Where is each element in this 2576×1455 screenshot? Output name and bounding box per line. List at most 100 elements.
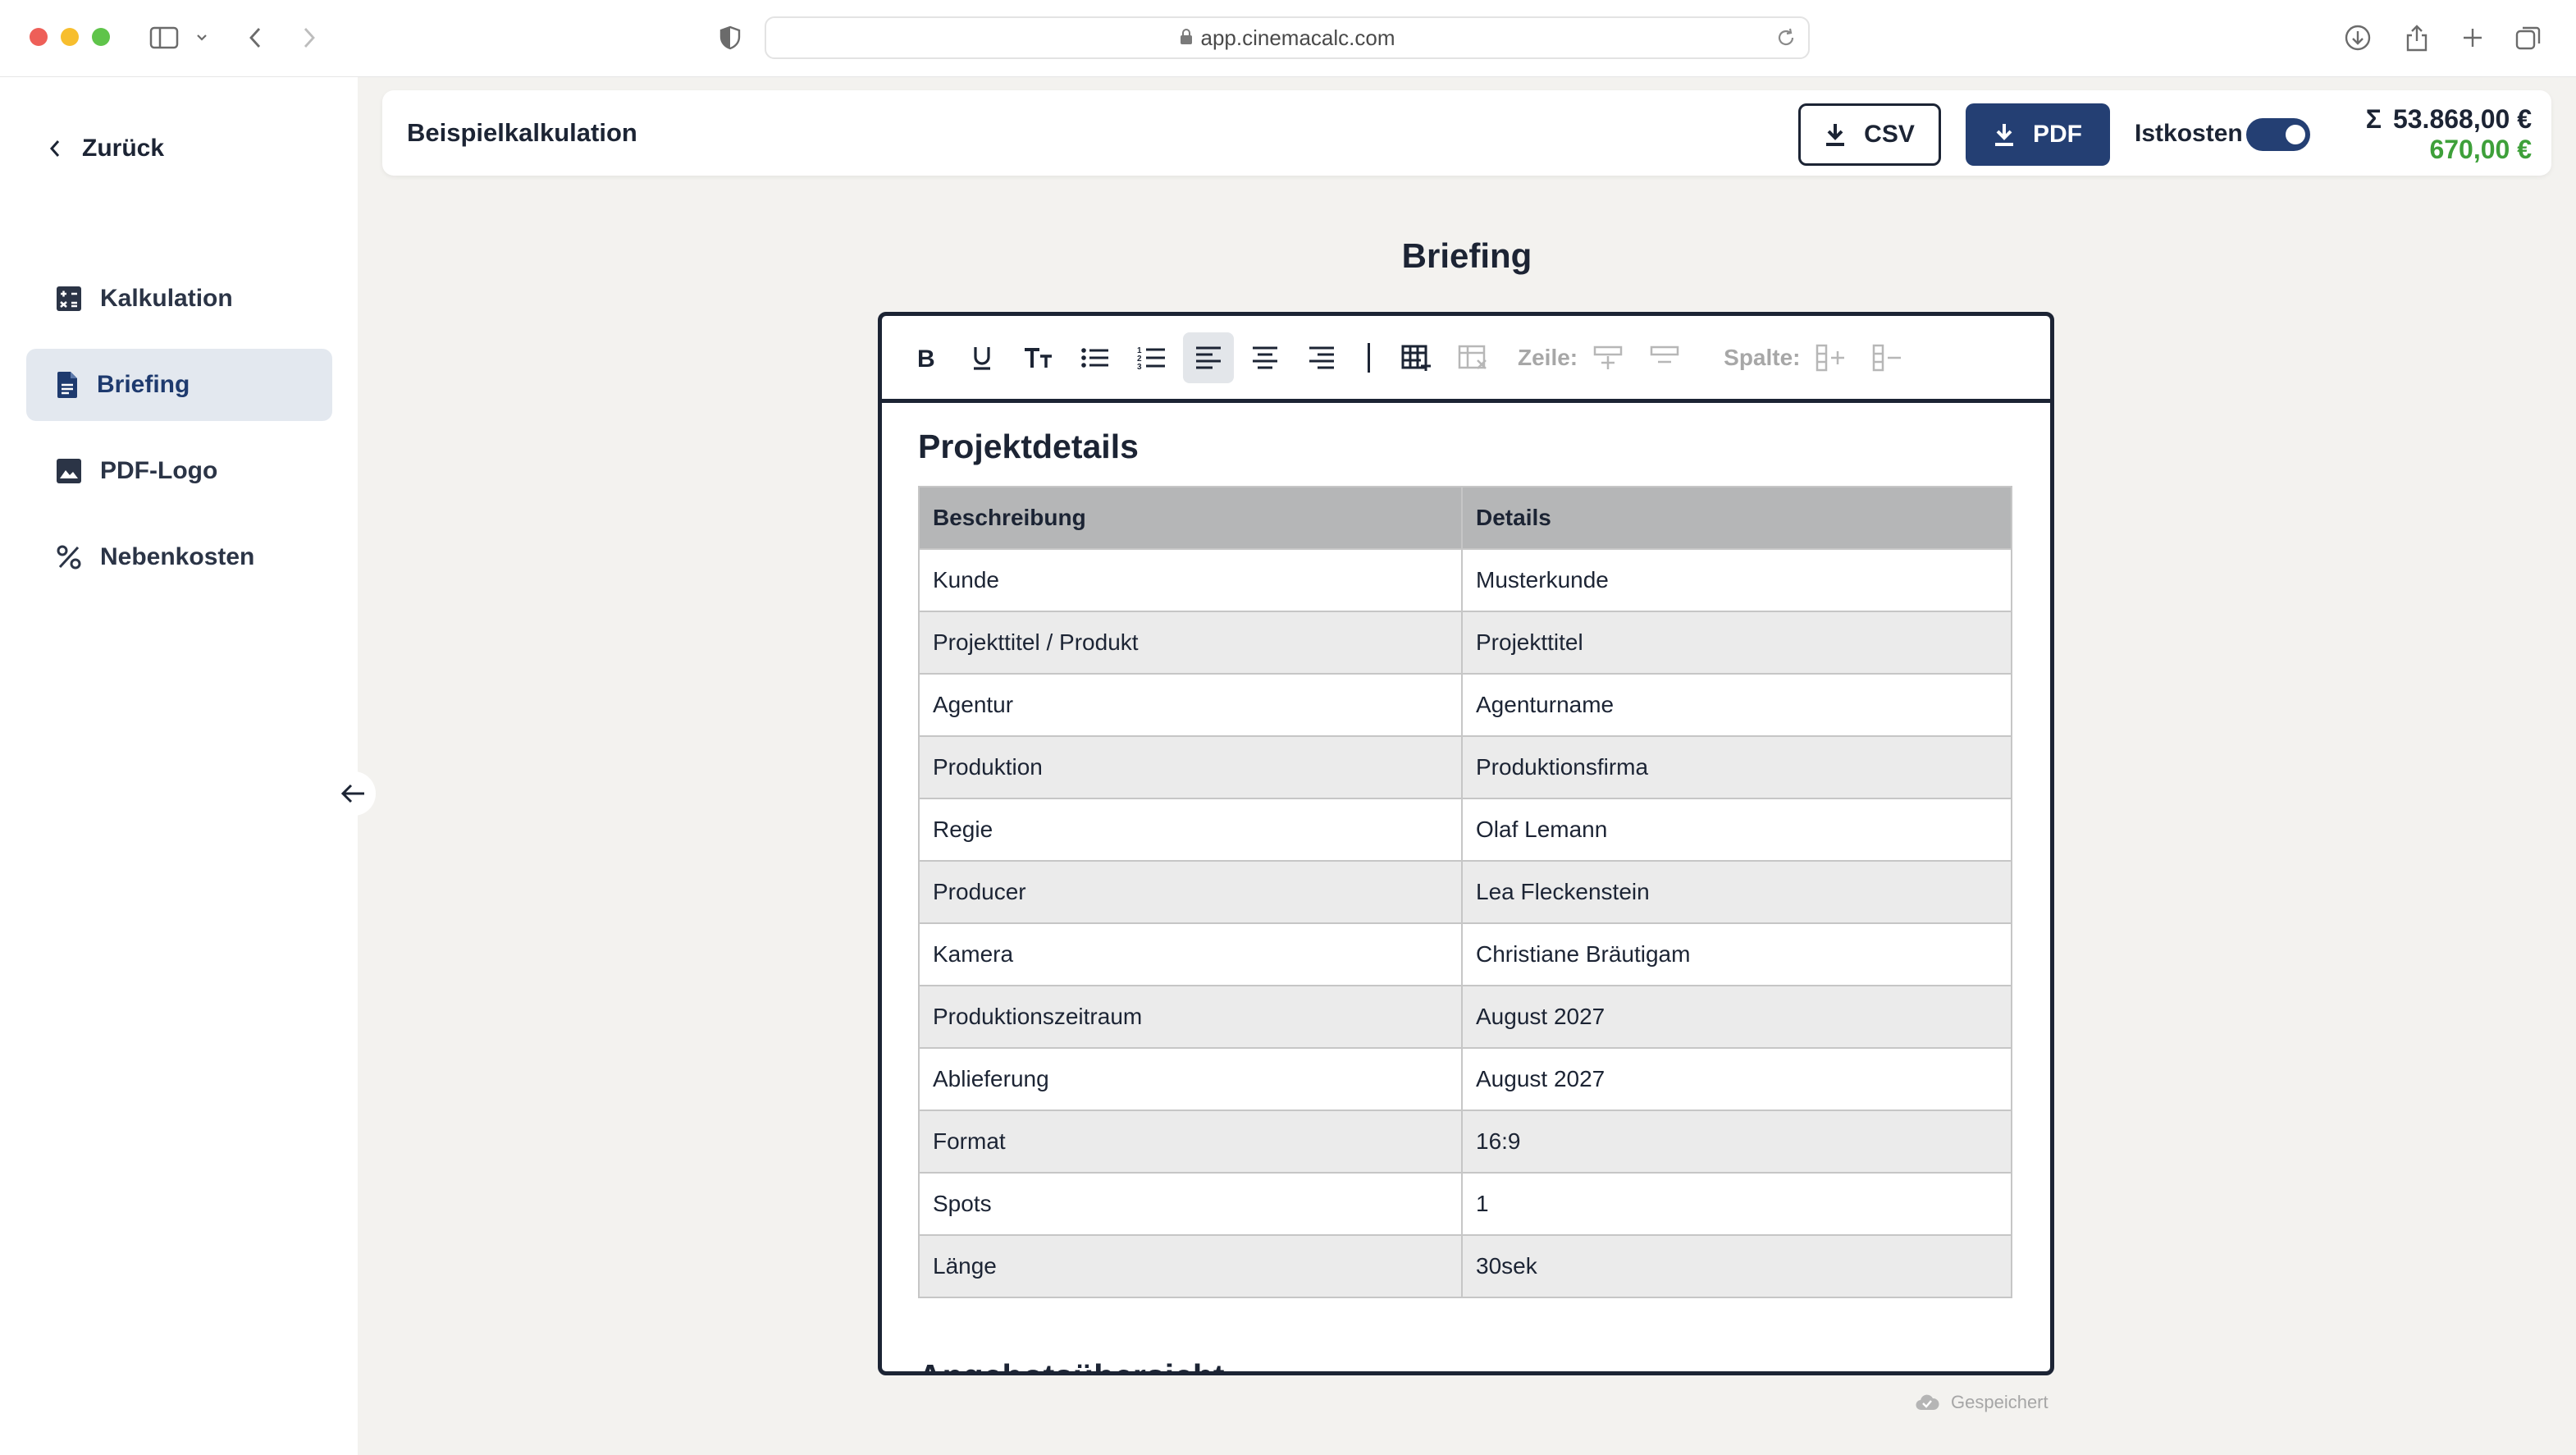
description-cell[interactable]: Projekttitel / Produkt bbox=[918, 611, 1463, 675]
text-size-icon bbox=[1025, 347, 1052, 368]
remove-column-button[interactable] bbox=[1862, 332, 1913, 383]
collapse-sidebar-button[interactable] bbox=[331, 771, 376, 816]
svg-text:B: B bbox=[917, 345, 935, 370]
details-cell[interactable]: Agenturname bbox=[1461, 673, 2012, 737]
align-right-button[interactable] bbox=[1296, 332, 1347, 383]
details-cell[interactable]: August 2027 bbox=[1461, 1047, 2012, 1111]
delete-table-button[interactable] bbox=[1448, 332, 1499, 383]
sidebar-item-label: Briefing bbox=[97, 371, 190, 398]
save-status: Gespeichert bbox=[1915, 1392, 2048, 1413]
forward-nav-icon[interactable] bbox=[297, 21, 322, 54]
export-pdf-button[interactable]: PDF bbox=[1966, 103, 2110, 166]
insert-table-icon bbox=[1401, 345, 1431, 371]
rich-text-editor[interactable]: B 123 Zeile: Spalte: Projektdetails Besc… bbox=[878, 312, 2054, 1375]
table-row: Kunde Musterkunde bbox=[918, 548, 2012, 612]
sidebar-item-briefing[interactable]: Briefing bbox=[26, 349, 332, 421]
details-cell[interactable]: Projekttitel bbox=[1461, 611, 2012, 675]
description-cell[interactable]: Länge bbox=[918, 1234, 1463, 1298]
toggle-knob bbox=[2286, 125, 2305, 144]
bold-button[interactable]: B bbox=[900, 332, 951, 383]
ordered-list-button[interactable]: 123 bbox=[1126, 332, 1177, 383]
back-link[interactable]: Zurück bbox=[49, 135, 164, 162]
bullet-list-button[interactable] bbox=[1070, 332, 1121, 383]
underline-button[interactable] bbox=[957, 332, 1007, 383]
description-cell[interactable]: Kunde bbox=[918, 548, 1463, 612]
description-cell[interactable]: Agentur bbox=[918, 673, 1463, 737]
calculator-icon bbox=[57, 286, 81, 311]
description-cell[interactable]: Producer bbox=[918, 860, 1463, 924]
total-value: 53.868,00 € bbox=[2392, 104, 2532, 134]
details-cell[interactable]: 1 bbox=[1461, 1172, 2012, 1236]
privacy-shield-icon[interactable] bbox=[715, 21, 745, 54]
chevron-down-icon[interactable] bbox=[194, 21, 210, 54]
table-row: Produktionszeitraum August 2027 bbox=[918, 985, 2012, 1049]
browser-toolbar: app.cinemacalc.com bbox=[0, 0, 2576, 77]
sidebar-item-pdf-logo[interactable]: PDF-Logo bbox=[26, 435, 332, 507]
close-window-button[interactable] bbox=[30, 28, 48, 46]
details-cell[interactable]: 30sek bbox=[1461, 1234, 2012, 1298]
share-icon[interactable] bbox=[2400, 21, 2433, 54]
text-size-button[interactable] bbox=[1013, 332, 1064, 383]
column-header[interactable]: Details bbox=[1461, 486, 2012, 550]
description-cell[interactable]: Spots bbox=[918, 1172, 1463, 1236]
table-row: Producer Lea Fleckenstein bbox=[918, 860, 2012, 924]
maximize-window-button[interactable] bbox=[92, 28, 110, 46]
details-cell[interactable]: August 2027 bbox=[1461, 985, 2012, 1049]
percent-icon bbox=[57, 545, 81, 570]
details-cell[interactable]: 16:9 bbox=[1461, 1110, 2012, 1174]
description-cell[interactable]: Produktion bbox=[918, 735, 1463, 799]
export-csv-button[interactable]: CSV bbox=[1798, 103, 1941, 166]
editor-toolbar: B 123 Zeile: Spalte: bbox=[882, 316, 2050, 403]
download-icon[interactable] bbox=[2341, 21, 2374, 54]
table-row: Kamera Christiane Bräutigam bbox=[918, 922, 2012, 986]
table-row: Länge 30sek bbox=[918, 1234, 2012, 1298]
description-cell[interactable]: Kamera bbox=[918, 922, 1463, 986]
details-cell[interactable]: Christiane Bräutigam bbox=[1461, 922, 2012, 986]
details-cell[interactable]: Olaf Lemann bbox=[1461, 798, 2012, 862]
align-left-button[interactable] bbox=[1183, 332, 1234, 383]
sidebar-item-nebenkosten[interactable]: Nebenkosten bbox=[26, 521, 332, 593]
align-center-button[interactable] bbox=[1240, 332, 1290, 383]
align-left-icon bbox=[1196, 346, 1221, 368]
editor-content[interactable]: Projektdetails Beschreibung Details Kund… bbox=[918, 428, 2014, 1298]
address-bar[interactable]: app.cinemacalc.com bbox=[765, 16, 1810, 59]
reload-icon[interactable] bbox=[1775, 26, 1797, 55]
details-cell[interactable]: Lea Fleckenstein bbox=[1461, 860, 2012, 924]
description-cell[interactable]: Format bbox=[918, 1110, 1463, 1174]
minimize-window-button[interactable] bbox=[61, 28, 79, 46]
bullet-list-icon bbox=[1081, 347, 1108, 368]
remove-row-button[interactable] bbox=[1639, 332, 1690, 383]
saved-label: Gespeichert bbox=[1951, 1392, 2048, 1412]
istkosten-toggle[interactable] bbox=[2246, 118, 2310, 151]
image-icon bbox=[57, 459, 81, 483]
document-icon bbox=[57, 372, 77, 398]
tab-overview-icon[interactable] bbox=[2512, 21, 2545, 54]
arrow-left-icon bbox=[340, 784, 364, 803]
sidebar-item-kalkulation[interactable]: Kalkulation bbox=[26, 263, 332, 335]
insert-table-button[interactable] bbox=[1391, 332, 1442, 383]
add-row-button[interactable] bbox=[1583, 332, 1633, 383]
table-row: Produktion Produktionsfirma bbox=[918, 735, 2012, 799]
table-row: Format 16:9 bbox=[918, 1110, 2012, 1174]
lock-icon bbox=[1180, 25, 1193, 51]
sidebar-toggle-icon[interactable] bbox=[146, 21, 182, 54]
back-nav-icon[interactable] bbox=[243, 21, 267, 54]
add-column-button[interactable] bbox=[1806, 332, 1857, 383]
table-row: Ablieferung August 2027 bbox=[918, 1047, 2012, 1111]
ist-total-value: 670,00 € bbox=[2429, 135, 2532, 164]
project-details-table[interactable]: Beschreibung Details Kunde Musterkunde Pro… bbox=[918, 486, 2012, 1298]
underline-icon bbox=[974, 346, 990, 370]
table-row: Spots 1 bbox=[918, 1172, 2012, 1236]
sidebar-item-label: PDF-Logo bbox=[100, 457, 218, 484]
description-cell[interactable]: Regie bbox=[918, 798, 1463, 862]
download-icon bbox=[1826, 124, 1845, 146]
column-header[interactable]: Beschreibung bbox=[918, 486, 1463, 550]
description-cell[interactable]: Produktionszeitraum bbox=[918, 985, 1463, 1049]
details-cell[interactable]: Produktionsfirma bbox=[1461, 735, 2012, 799]
description-cell[interactable]: Ablieferung bbox=[918, 1047, 1463, 1111]
details-cell[interactable]: Musterkunde bbox=[1461, 548, 2012, 612]
table-row: Agentur Agenturname bbox=[918, 673, 2012, 737]
new-tab-icon[interactable] bbox=[2456, 21, 2489, 54]
section-heading: Projektdetails bbox=[918, 428, 1139, 465]
add-row-icon bbox=[1593, 345, 1623, 369]
